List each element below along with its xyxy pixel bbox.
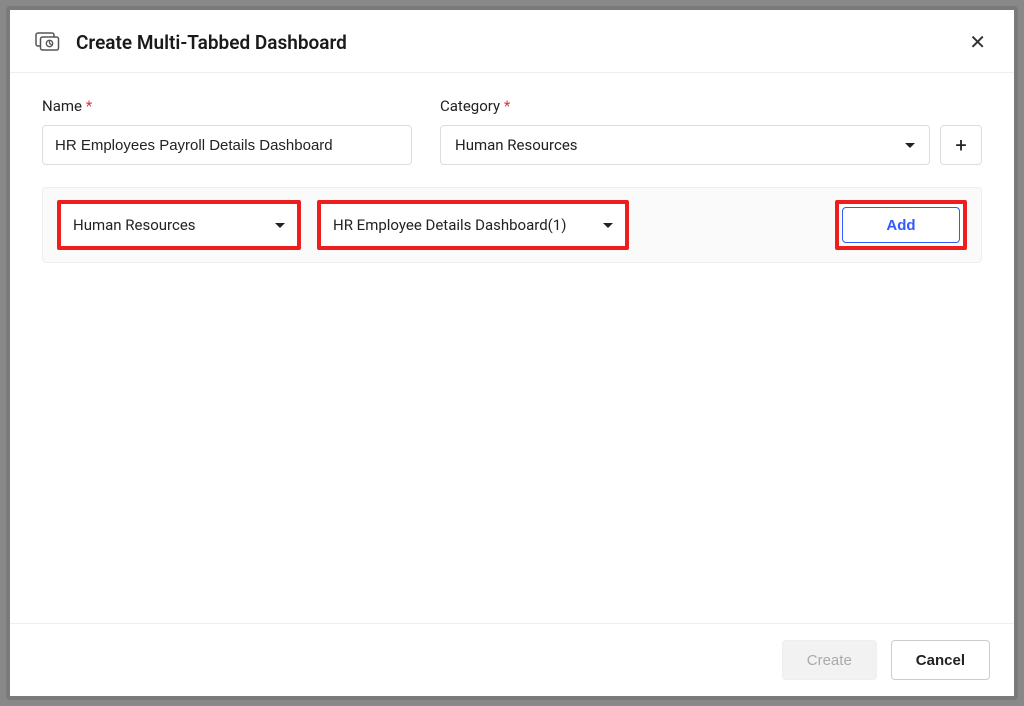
modal-footer: Create Cancel: [10, 623, 1014, 696]
dashboard-stack-icon: [34, 32, 62, 52]
modal-title: Create Multi-Tabbed Dashboard: [76, 31, 965, 54]
group-select[interactable]: Human Resources: [61, 204, 297, 246]
plus-icon: +: [955, 133, 966, 157]
modal-dialog: Create Multi-Tabbed Dashboard ✕ Name * C…: [6, 6, 1018, 700]
category-label: Category *: [440, 97, 982, 115]
name-label-text: Name: [42, 97, 82, 115]
name-label: Name *: [42, 97, 412, 115]
tab-source-row: Human Resources HR Employee Details Dash…: [42, 187, 982, 263]
required-asterisk: *: [504, 97, 510, 115]
name-field: Name *: [42, 97, 412, 165]
highlight-dashboard-dropdown: HR Employee Details Dashboard(1): [317, 200, 629, 250]
create-button[interactable]: Create: [782, 640, 877, 680]
add-button[interactable]: Add: [842, 207, 960, 243]
form-row: Name * Category * Human Resources +: [42, 97, 982, 165]
modal-header: Create Multi-Tabbed Dashboard ✕: [10, 10, 1014, 73]
highlight-group-dropdown: Human Resources: [57, 200, 301, 250]
caret-down-icon: [275, 223, 285, 228]
category-select[interactable]: Human Resources: [440, 125, 930, 165]
required-asterisk: *: [86, 97, 92, 115]
group-select-value: Human Resources: [73, 216, 196, 234]
highlight-add-button: Add: [835, 200, 967, 250]
caret-down-icon: [905, 143, 915, 148]
add-category-button[interactable]: +: [940, 125, 982, 165]
category-field: Category * Human Resources +: [440, 97, 982, 165]
category-row: Human Resources +: [440, 125, 982, 165]
category-label-text: Category: [440, 97, 500, 115]
category-select-value: Human Resources: [455, 136, 578, 154]
close-icon[interactable]: ✕: [965, 28, 990, 56]
dashboard-select[interactable]: HR Employee Details Dashboard(1): [321, 204, 625, 246]
dashboard-select-value: HR Employee Details Dashboard(1): [333, 216, 566, 234]
caret-down-icon: [603, 223, 613, 228]
modal-body: Name * Category * Human Resources +: [10, 73, 1014, 623]
cancel-button[interactable]: Cancel: [891, 640, 990, 680]
name-input[interactable]: [42, 125, 412, 165]
